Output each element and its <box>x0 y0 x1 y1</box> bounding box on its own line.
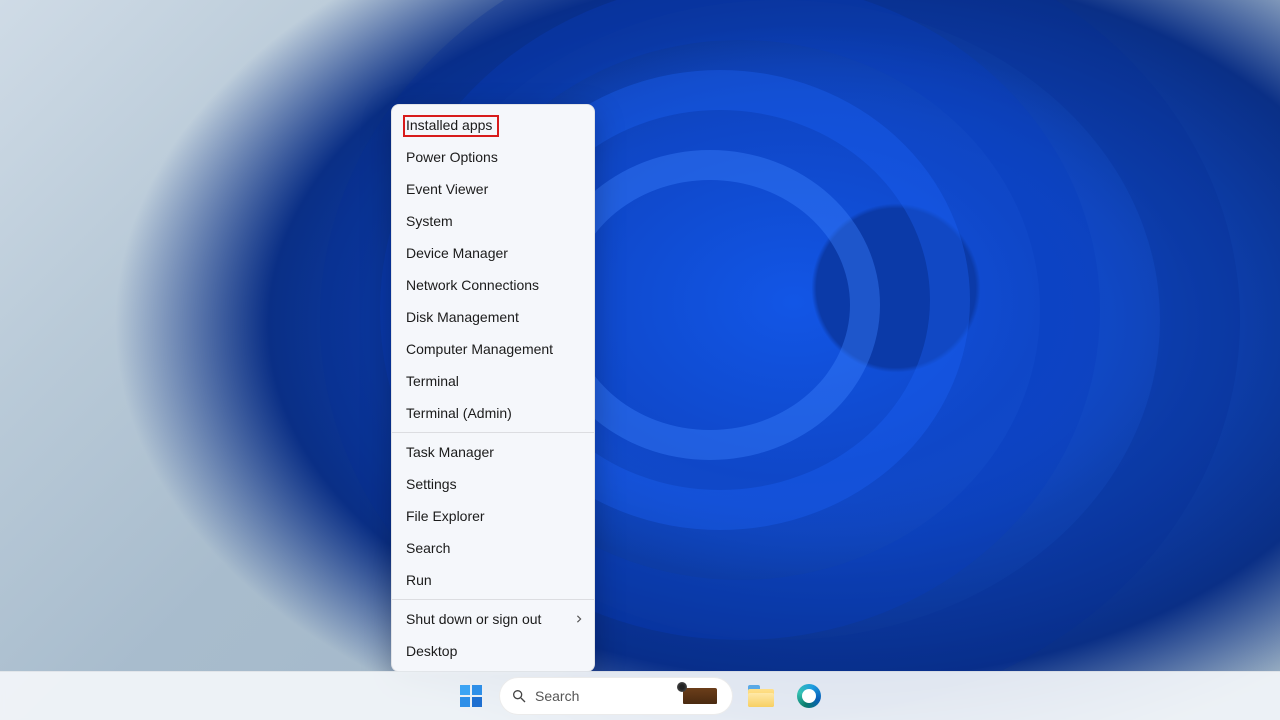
menu-item-device-manager[interactable]: Device Manager <box>392 237 594 269</box>
menu-item-label: Computer Management <box>406 341 553 357</box>
start-icon <box>460 685 482 707</box>
menu-item-installed-apps[interactable]: Installed apps <box>392 109 594 141</box>
search-icon <box>511 688 527 704</box>
menu-item-label: Terminal <box>406 373 459 389</box>
menu-item-task-manager[interactable]: Task Manager <box>392 436 594 468</box>
menu-item-label: Search <box>406 540 450 556</box>
edge-button[interactable] <box>789 676 829 716</box>
menu-item-label: Task Manager <box>406 444 494 460</box>
menu-item-search[interactable]: Search <box>392 532 594 564</box>
file-explorer-button[interactable] <box>741 676 781 716</box>
taskbar: Search <box>0 671 1280 720</box>
menu-item-label: Power Options <box>406 149 498 165</box>
edge-icon <box>797 684 821 708</box>
menu-item-disk-management[interactable]: Disk Management <box>392 301 594 333</box>
menu-item-label: Terminal (Admin) <box>406 405 512 421</box>
menu-separator <box>392 599 594 600</box>
menu-item-label: Settings <box>406 476 457 492</box>
chevron-right-icon <box>574 614 584 624</box>
winx-context-menu: Installed apps Power Options Event Viewer S… <box>391 104 595 672</box>
menu-item-label: Network Connections <box>406 277 539 293</box>
desktop-wallpaper <box>0 0 1280 720</box>
menu-item-run[interactable]: Run <box>392 564 594 596</box>
search-placeholder: Search <box>535 688 671 704</box>
search-highlight-illustration-icon <box>679 684 721 708</box>
menu-item-desktop[interactable]: Desktop <box>392 635 594 667</box>
menu-item-system[interactable]: System <box>392 205 594 237</box>
menu-item-label: File Explorer <box>406 508 485 524</box>
menu-item-label: Shut down or sign out <box>406 611 541 627</box>
menu-item-file-explorer[interactable]: File Explorer <box>392 500 594 532</box>
menu-item-label: Installed apps <box>406 117 492 133</box>
start-button[interactable] <box>451 676 491 716</box>
menu-separator <box>392 432 594 433</box>
menu-item-computer-management[interactable]: Computer Management <box>392 333 594 365</box>
menu-item-terminal-admin[interactable]: Terminal (Admin) <box>392 397 594 429</box>
taskbar-search[interactable]: Search <box>499 677 733 715</box>
menu-item-label: Disk Management <box>406 309 519 325</box>
file-explorer-icon <box>748 685 774 707</box>
menu-item-label: Event Viewer <box>406 181 488 197</box>
menu-item-power-options[interactable]: Power Options <box>392 141 594 173</box>
menu-item-label: Device Manager <box>406 245 508 261</box>
menu-item-label: System <box>406 213 453 229</box>
menu-item-label: Desktop <box>406 643 457 659</box>
menu-item-label: Run <box>406 572 432 588</box>
menu-item-settings[interactable]: Settings <box>392 468 594 500</box>
menu-item-network-connections[interactable]: Network Connections <box>392 269 594 301</box>
menu-item-terminal[interactable]: Terminal <box>392 365 594 397</box>
menu-item-shut-down-or-sign-out[interactable]: Shut down or sign out <box>392 603 594 635</box>
menu-item-event-viewer[interactable]: Event Viewer <box>392 173 594 205</box>
